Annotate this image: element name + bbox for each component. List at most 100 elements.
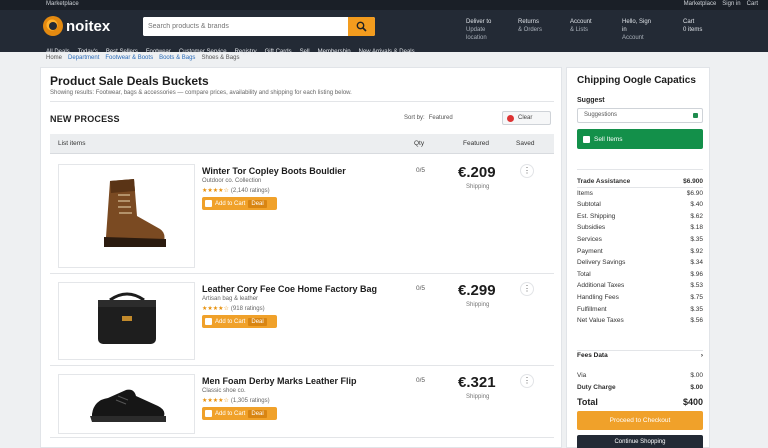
product-name[interactable]: Men Foam Derby Marks Leather Flip	[202, 376, 357, 386]
product-price: €.209	[458, 164, 496, 181]
site-header: noitex Deliver toUpdate location Returns…	[0, 10, 768, 55]
sort-label: Sort by:	[404, 115, 425, 121]
summary-row: Subtotal $.40	[577, 201, 703, 209]
sidebar-title: Chipping Oogle Capatics	[577, 75, 696, 86]
sell-items-button[interactable]: Sell Items	[577, 129, 703, 149]
product-list-panel: Product Sale Deals Buckets Showing resul…	[40, 67, 562, 448]
nav-item[interactable]: Gift Cards	[265, 49, 292, 55]
product-rating: ★★★★☆ (918 ratings)	[202, 306, 265, 312]
breadcrumb-item[interactable]: Shoes & Bags	[201, 55, 239, 61]
product-brand: Outdoor co. Collection	[202, 178, 262, 184]
header-link[interactable]: Deliver to Update location	[466, 18, 500, 42]
summary-row: Services $.35	[577, 235, 703, 243]
more-options-icon[interactable]: ⋮	[520, 164, 534, 178]
product-rating: ★★★★☆ (2,140 ratings)	[202, 188, 270, 194]
summary-row: Additional Taxes $.53	[577, 282, 703, 290]
breadcrumb: Home Department Footwear & Boots Boots &…	[46, 55, 239, 61]
table-header: List items Qty Featured Saved	[50, 134, 554, 154]
summary-row: Est. Shipping $.62	[577, 212, 703, 220]
product-qty: 0/5	[416, 377, 426, 384]
summary-row: Duty Charge $.00	[577, 383, 703, 391]
breadcrumb-item[interactable]: Department	[68, 55, 99, 61]
breadcrumb-item[interactable]: Boots & Bags	[159, 55, 195, 61]
account-links: Marketplace Sign in Cart	[684, 1, 758, 7]
top-strip: Marketplace Marketplace Sign in Cart	[0, 0, 768, 10]
column-header[interactable]: Saved	[516, 140, 534, 147]
product-qty: 0/5	[416, 285, 426, 292]
product-row[interactable]: Men Foam Derby Marks Leather Flip Classi…	[50, 366, 554, 438]
logo-mark-icon	[43, 16, 63, 36]
product-row[interactable]: Leather Cory Fee Coe Home Factory Bag Ar…	[50, 274, 554, 366]
product-availability: Shipping	[466, 184, 490, 190]
checkbox-icon	[205, 200, 212, 207]
summary-row: Items $6.90	[577, 189, 703, 197]
clear-icon	[507, 114, 514, 122]
sort-value: Featured	[428, 115, 453, 121]
summary-row: Fulfillment $.35	[577, 305, 703, 313]
checkout-button[interactable]: Proceed to Checkout	[577, 411, 703, 430]
summary-row: Handling Fees $.75	[577, 293, 703, 301]
chevron-right-icon: ›	[700, 352, 703, 359]
product-name[interactable]: Leather Cory Fee Coe Home Factory Bag	[202, 284, 377, 294]
continue-shopping-button[interactable]: Continue Shopping	[577, 435, 703, 448]
product-image-bag[interactable]	[58, 282, 195, 360]
nav-item[interactable]: New Arrivals & Deals	[359, 49, 415, 55]
product-qty: 0/5	[416, 167, 426, 174]
product-brand: Classic shoe co.	[202, 388, 246, 394]
add-to-cart-button[interactable]: Add to Cart Deal	[202, 407, 277, 420]
breadcrumb-item[interactable]: Footwear & Boots	[105, 55, 153, 61]
nav-item[interactable]: Membership	[318, 49, 351, 55]
page-title: Product Sale Deals Buckets	[50, 74, 209, 88]
more-options-icon[interactable]: ⋮	[520, 374, 534, 388]
header-links: Deliver to Update location Returns & Order…	[466, 18, 656, 42]
search-button[interactable]	[348, 17, 375, 36]
search-bar	[143, 17, 375, 36]
product-image-boot[interactable]	[58, 164, 195, 268]
fees-row[interactable]: Fees Data ›	[577, 352, 703, 359]
divider	[50, 101, 554, 102]
product-price: €.321	[458, 374, 496, 391]
summary-row: Payment $.92	[577, 247, 703, 255]
column-header[interactable]: Qty	[414, 140, 424, 147]
product-brand: Artisan bag & leather	[202, 296, 259, 302]
product-price: €.299	[458, 282, 496, 299]
add-to-cart-button[interactable]: Add to Cart Deal	[202, 315, 277, 328]
cart-link[interactable]: Cart 0 items	[683, 18, 702, 34]
header-link[interactable]: Hello, Sign in Account	[622, 18, 656, 42]
product-image-shoe[interactable]	[58, 374, 195, 434]
product-availability: Shipping	[466, 302, 490, 308]
account-link[interactable]: Sign in	[722, 1, 740, 7]
suggest-field[interactable]: Suggestions	[577, 108, 703, 123]
logo[interactable]: noitex	[43, 16, 110, 36]
product-rating: ★★★★☆ (1,305 ratings)	[202, 398, 270, 404]
summary-row: Subsidies $.18	[577, 224, 703, 232]
header-link[interactable]: Account & Lists	[570, 18, 604, 42]
topbar-tagline: Marketplace	[46, 1, 79, 7]
sort-control[interactable]: Sort by: Featured	[404, 115, 453, 121]
column-header[interactable]: Featured	[463, 140, 489, 147]
product-availability: Shipping	[466, 394, 490, 400]
totals-block: Via $.00 Duty Charge $.00	[577, 370, 703, 393]
product-name[interactable]: Winter Tor Copley Boots Bouldier	[202, 166, 346, 176]
logo-name: noitex	[66, 17, 111, 35]
column-header: List items	[58, 140, 86, 147]
nav-item[interactable]: Sell	[300, 49, 310, 55]
header-link[interactable]: Returns & Orders	[518, 18, 552, 42]
breadcrumb-item[interactable]: Home	[46, 55, 62, 61]
checkout-sidebar: Chipping Oogle Capatics Suggest Suggesti…	[566, 67, 710, 448]
account-link[interactable]: Marketplace	[684, 1, 717, 7]
add-to-cart-button[interactable]: Add to Cart Deal	[202, 197, 277, 210]
order-summary: Trade Assistance $6.900 Items $6.90 Subtot…	[577, 176, 703, 327]
product-row[interactable]: Winter Tor Copley Boots Bouldier Outdoor…	[50, 156, 554, 274]
summary-row: Trade Assistance $6.900	[577, 176, 703, 188]
clear-sort-button[interactable]: Clear	[502, 111, 551, 125]
divider	[577, 169, 703, 170]
checkbox-icon	[205, 318, 212, 325]
more-options-icon[interactable]: ⋮	[520, 282, 534, 296]
bag-image	[97, 292, 156, 344]
order-total: Total $400	[577, 397, 703, 407]
account-link[interactable]: Cart	[747, 1, 758, 7]
search-input[interactable]	[143, 17, 348, 36]
checkbox-icon	[205, 410, 212, 417]
section-heading: NEW PROCESS	[50, 114, 120, 124]
